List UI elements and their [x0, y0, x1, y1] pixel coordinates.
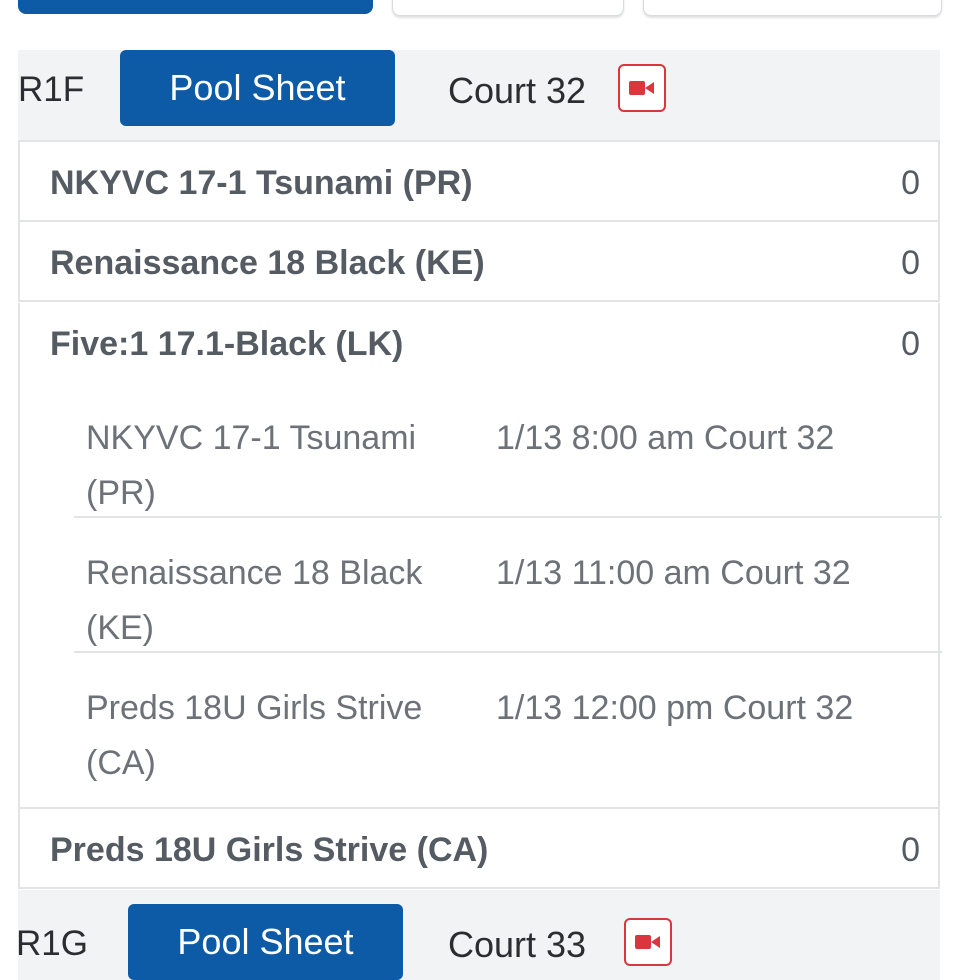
match-opponent: Renaissance 18 Black (KE): [86, 554, 423, 647]
video-camera-icon[interactable]: [618, 64, 666, 112]
match-opponent: Preds 18U Girls Strive (CA): [86, 689, 423, 782]
team-name: Preds 18U Girls Strive (CA): [50, 831, 489, 869]
match-time-court: 1/13 11:00 am Court 32: [496, 554, 851, 592]
pool-header: R1G Pool Sheet Court 33: [18, 890, 940, 980]
match-time-court: 1/13 12:00 pm Court 32: [496, 689, 854, 727]
video-camera-icon[interactable]: [624, 918, 672, 966]
team-row[interactable]: Preds 18U Girls Strive (CA) 0: [18, 809, 940, 889]
court-label: Court 32: [448, 70, 587, 111]
round-label: R1G: [18, 924, 88, 963]
team-score: 0: [901, 325, 920, 363]
top-primary-button[interactable]: [18, 0, 373, 14]
court-label: Court 33: [448, 924, 587, 965]
top-tertiary-button[interactable]: [643, 0, 942, 16]
match-row: Preds 18U Girls Strive (CA) 1/13 12:00 p…: [74, 653, 942, 788]
round-label: R1F: [18, 70, 85, 109]
team-name: NKYVC 17-1 Tsunami (PR): [50, 164, 473, 202]
team-row[interactable]: Renaissance 18 Black (KE) 0: [18, 222, 940, 302]
team-row[interactable]: NKYVC 17-1 Tsunami (PR) 0: [18, 142, 940, 222]
match-schedule: NKYVC 17-1 Tsunami (PR) 1/13 8:00 am Cou…: [18, 383, 942, 809]
team-name: Renaissance 18 Black (KE): [50, 244, 485, 282]
team-score: 0: [901, 244, 920, 282]
top-secondary-button[interactable]: [392, 0, 624, 16]
match-time-court: 1/13 8:00 am Court 32: [496, 419, 835, 457]
pool-sheet-button[interactable]: Pool Sheet: [128, 904, 403, 980]
match-opponent: NKYVC 17-1 Tsunami (PR): [86, 419, 417, 512]
pool-header: R1F Pool Sheet Court 32: [18, 50, 940, 142]
team-score: 0: [901, 831, 920, 869]
team-row-expanded[interactable]: Five:1 17.1-Black (LK) 0: [18, 303, 940, 383]
match-row: NKYVC 17-1 Tsunami (PR) 1/13 8:00 am Cou…: [74, 383, 942, 518]
team-score: 0: [901, 164, 920, 202]
pool-sheet-button[interactable]: Pool Sheet: [120, 50, 395, 126]
match-row: Renaissance 18 Black (KE) 1/13 11:00 am …: [74, 518, 942, 653]
team-name: Five:1 17.1-Black (LK): [50, 325, 404, 363]
